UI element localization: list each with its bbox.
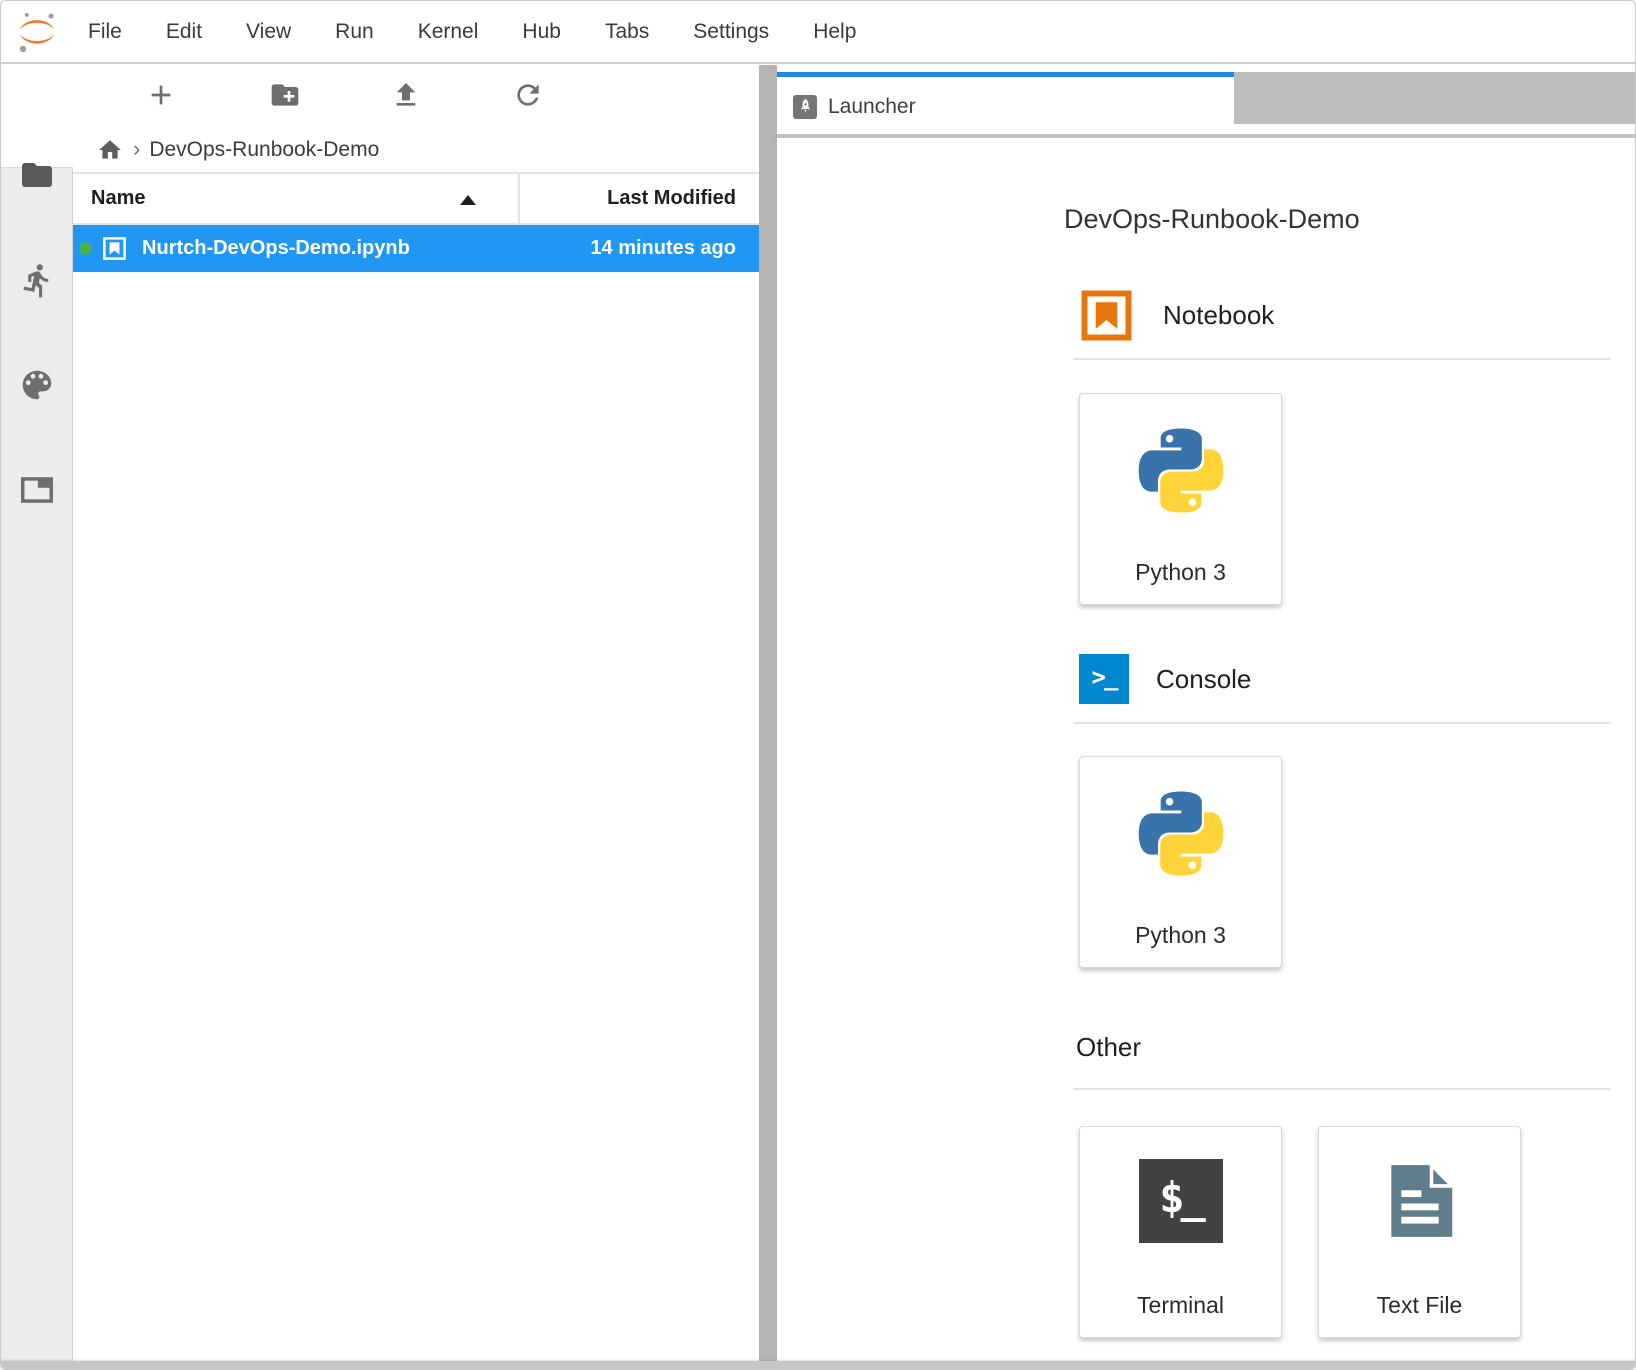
new-folder-button[interactable] bbox=[262, 73, 308, 117]
breadcrumb-current-folder[interactable]: DevOps-Runbook-Demo bbox=[149, 138, 379, 162]
python-logo-icon bbox=[1132, 422, 1229, 519]
card-label: Text File bbox=[1319, 1292, 1520, 1319]
breadcrumb: › DevOps-Runbook-Demo bbox=[73, 129, 759, 171]
file-browser-toolbar bbox=[73, 65, 759, 123]
launcher-section-label: Console bbox=[1156, 664, 1251, 695]
text-file-icon bbox=[1377, 1155, 1463, 1244]
launcher-card-terminal[interactable]: $_ Terminal bbox=[1079, 1126, 1282, 1338]
home-icon[interactable] bbox=[97, 137, 123, 163]
notebook-icon bbox=[1079, 288, 1134, 343]
file-list-header: Name Last Modified bbox=[73, 172, 759, 225]
menu-view[interactable]: View bbox=[246, 20, 291, 44]
new-folder-icon bbox=[269, 79, 301, 111]
column-header-name[interactable]: Name bbox=[73, 174, 518, 223]
main-dock-panel: Launcher DevOps-Runbook-Demo Notebook bbox=[777, 65, 1635, 1361]
menu-tabs[interactable]: Tabs bbox=[605, 20, 649, 44]
terminal-icon: $_ bbox=[1139, 1159, 1223, 1243]
launcher-card-notebook-python3[interactable]: Python 3 bbox=[1079, 393, 1282, 605]
sidebar-tab-open-tabs[interactable] bbox=[18, 471, 56, 509]
launcher-panel: DevOps-Runbook-Demo Notebook bbox=[777, 138, 1635, 1361]
launcher-section-other: Other bbox=[1076, 1032, 1141, 1063]
sidebar-tab-files-active bbox=[1, 65, 73, 167]
menu-settings[interactable]: Settings bbox=[693, 20, 769, 44]
tab-launcher[interactable]: Launcher bbox=[777, 72, 1234, 136]
window-bottom-edge bbox=[1, 1361, 1635, 1369]
section-divider bbox=[1074, 1088, 1611, 1090]
file-row-selected[interactable]: Nurtch-DevOps-Demo.ipynb 14 minutes ago bbox=[73, 225, 759, 272]
file-last-modified: 14 minutes ago bbox=[590, 237, 759, 260]
launcher-rocket-icon bbox=[793, 95, 817, 119]
upload-icon bbox=[390, 79, 422, 111]
launcher-section-console: >_ Console bbox=[1079, 654, 1251, 704]
upload-button[interactable] bbox=[383, 73, 429, 117]
launcher-section-label: Notebook bbox=[1163, 300, 1274, 331]
launcher-cwd-title: DevOps-Runbook-Demo bbox=[1064, 204, 1360, 235]
jupyterlab-window: File Edit View Run Kernel Hub Tabs Setti… bbox=[0, 0, 1636, 1370]
menu-kernel[interactable]: Kernel bbox=[418, 20, 479, 44]
column-header-last-modified[interactable]: Last Modified bbox=[518, 174, 759, 223]
menu-file[interactable]: File bbox=[88, 20, 122, 44]
menu-help[interactable]: Help bbox=[813, 20, 856, 44]
launcher-card-text-file[interactable]: Text File bbox=[1318, 1126, 1521, 1338]
main-menu: File Edit View Run Kernel Hub Tabs Setti… bbox=[88, 20, 900, 44]
left-sidebar bbox=[1, 65, 73, 1361]
sidebar-tab-commands[interactable] bbox=[18, 366, 56, 404]
running-man-icon bbox=[19, 262, 56, 299]
card-label: Python 3 bbox=[1080, 922, 1281, 949]
kernel-running-dot bbox=[79, 242, 92, 255]
jupyter-logo-icon bbox=[14, 9, 60, 55]
file-name: Nurtch-DevOps-Demo.ipynb bbox=[142, 237, 590, 260]
card-label: Terminal bbox=[1080, 1292, 1281, 1319]
notebook-file-icon bbox=[101, 235, 128, 262]
new-launcher-button[interactable] bbox=[138, 73, 184, 117]
sidebar-tab-files[interactable] bbox=[18, 156, 56, 194]
menu-run[interactable]: Run bbox=[335, 20, 374, 44]
plus-icon bbox=[145, 79, 177, 111]
section-divider bbox=[1074, 722, 1611, 724]
card-label: Python 3 bbox=[1080, 559, 1281, 586]
console-icon: >_ bbox=[1079, 654, 1129, 704]
refresh-icon bbox=[512, 79, 544, 111]
menu-hub[interactable]: Hub bbox=[522, 20, 561, 44]
launcher-section-notebook: Notebook bbox=[1079, 288, 1274, 343]
palette-icon bbox=[18, 366, 56, 404]
section-divider bbox=[1074, 358, 1611, 360]
refresh-button[interactable] bbox=[505, 73, 551, 117]
file-browser-panel: › DevOps-Runbook-Demo Name Last Modified… bbox=[73, 65, 759, 1361]
tabs-icon bbox=[18, 471, 56, 509]
launcher-card-console-python3[interactable]: Python 3 bbox=[1079, 756, 1282, 968]
menu-edit[interactable]: Edit bbox=[166, 20, 202, 44]
dock-tab-bar: Launcher bbox=[777, 65, 1635, 138]
tab-launcher-label: Launcher bbox=[828, 95, 916, 119]
sidebar-tab-running[interactable] bbox=[18, 261, 56, 299]
breadcrumb-separator: › bbox=[133, 136, 140, 162]
panel-splitter-handle[interactable] bbox=[759, 65, 777, 1361]
folder-icon bbox=[19, 157, 55, 193]
python-logo-icon bbox=[1132, 785, 1229, 882]
menu-bar: File Edit View Run Kernel Hub Tabs Setti… bbox=[1, 1, 1635, 64]
sort-ascending-icon bbox=[460, 195, 476, 205]
